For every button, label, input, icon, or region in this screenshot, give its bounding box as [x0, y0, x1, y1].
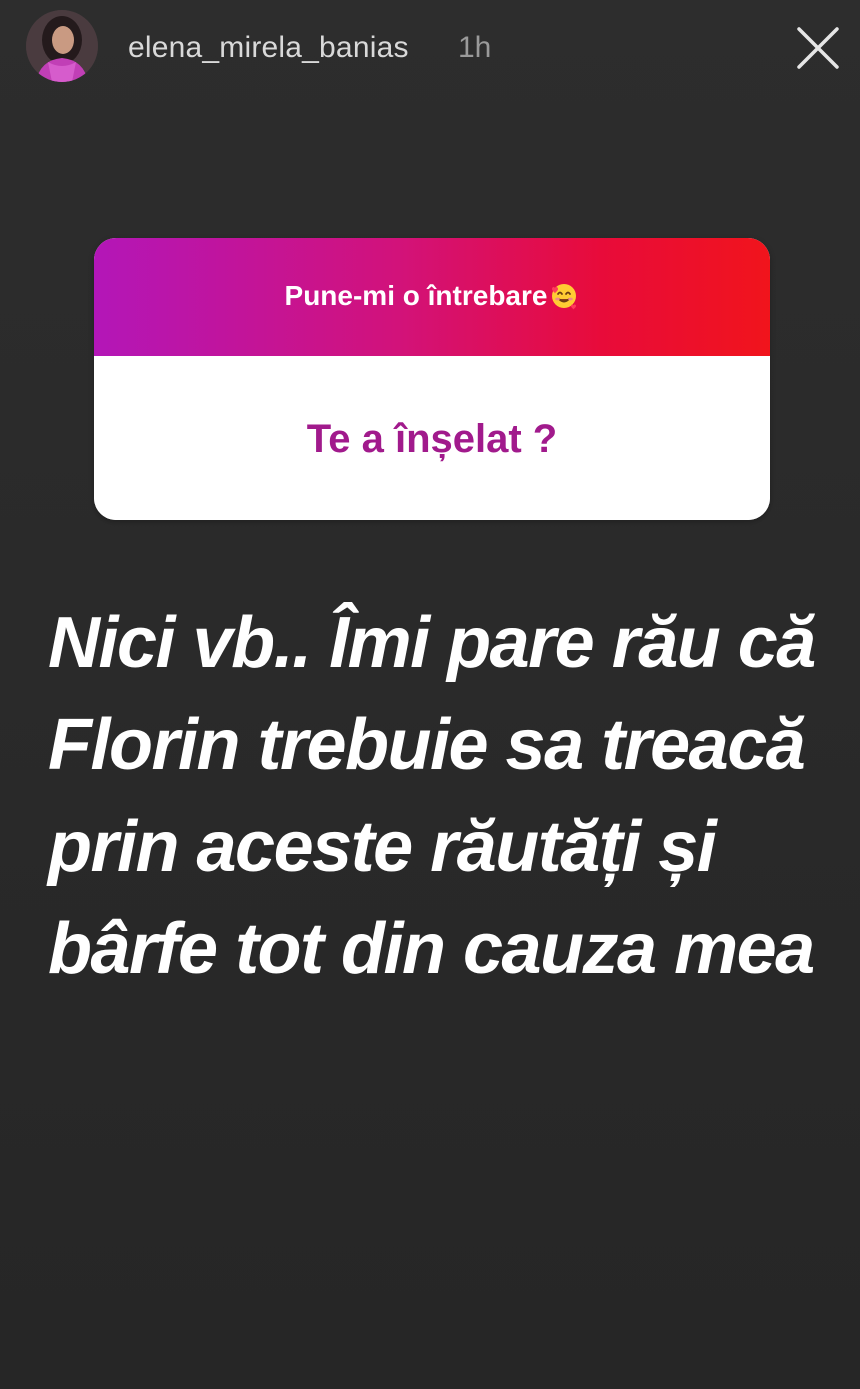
reply-line: Florin trebuie sa treacă: [48, 705, 806, 785]
smiling-face-with-hearts-icon: [549, 280, 579, 310]
avatar-image: [26, 10, 98, 82]
reply-line: prin aceste răutăți și: [48, 807, 717, 887]
question-sticker-header: Pune-mi o întrebare: [94, 238, 770, 356]
close-button[interactable]: [790, 20, 846, 76]
reply-text: Nici vb.. Îmi pare rău că Florin trebuie…: [48, 592, 828, 1000]
story-header: elena_mirela_banias 1h: [0, 0, 860, 100]
post-time: 1h: [458, 31, 492, 64]
question-prompt: Pune-mi o întrebare: [94, 278, 770, 314]
question-sticker-body: Te a înșelat ?: [94, 356, 770, 520]
reply-line: Nici vb.. Îmi pare rău că: [48, 603, 816, 683]
question-text: Te a înșelat ?: [306, 417, 558, 461]
story-view[interactable]: elena_mirela_banias 1h Pune-mi o întreba…: [0, 0, 860, 1389]
question-sticker[interactable]: Pune-mi o întrebare Te a înșelat ?: [94, 238, 770, 520]
reply-line: bârfe tot din cauza mea: [48, 909, 815, 989]
close-icon: [797, 27, 839, 69]
question-prompt-text: Pune-mi o întrebare: [284, 280, 548, 311]
avatar[interactable]: [26, 10, 98, 82]
username[interactable]: elena_mirela_banias: [128, 30, 409, 66]
